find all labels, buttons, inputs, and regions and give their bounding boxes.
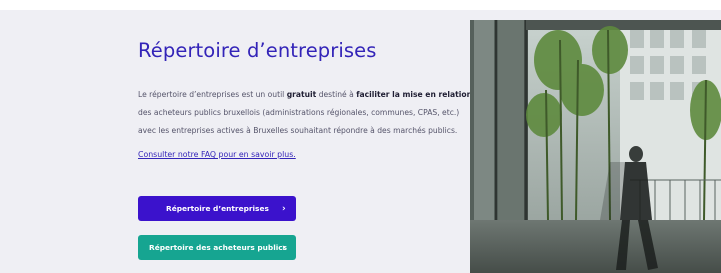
office-building-photo <box>470 20 721 273</box>
hero-photo <box>470 20 721 273</box>
public-buyers-directory-label: Répertoire des acheteurs publics <box>149 243 288 252</box>
desc-text-3: des acheteurs publics bruxellois (admini… <box>138 108 460 136</box>
faq-link[interactable]: Consulter notre FAQ pour en savoir plus. <box>138 150 296 159</box>
chevron-right-icon: › <box>282 203 286 214</box>
page-title: Répertoire d’entreprises <box>138 39 377 62</box>
hero-banner: Répertoire d’entreprises Le répertoire d… <box>0 10 721 273</box>
desc-bold-gratuit: gratuit <box>286 90 317 99</box>
desc-text-2: destiné à <box>316 90 357 99</box>
chevron-right-icon: › <box>282 242 286 253</box>
desc-text-1: Le répertoire d’entreprises est un outil <box>138 90 287 99</box>
public-buyers-directory-button[interactable]: Répertoire des acheteurs publics › <box>138 235 296 260</box>
hero-content: Répertoire d’entreprises Le répertoire d… <box>138 38 474 260</box>
companies-directory-button[interactable]: Répertoire d’entreprises › <box>138 196 296 221</box>
desc-bold-mise-en-relation: faciliter la mise en relation <box>356 90 472 99</box>
intro-description: Le répertoire d’entreprises est un outil… <box>138 86 474 141</box>
companies-directory-label: Répertoire d’entreprises <box>166 204 269 213</box>
